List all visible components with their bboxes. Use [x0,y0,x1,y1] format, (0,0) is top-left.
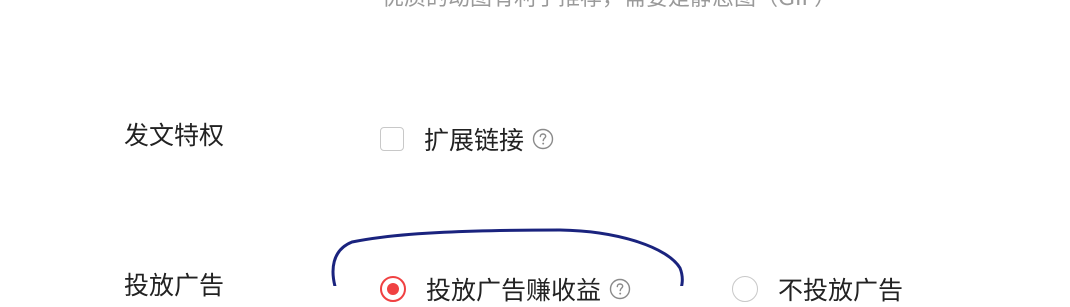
ads-off-label: 不投放广告 [778,276,904,305]
question-circle-icon[interactable] [532,128,554,150]
ads-label: 投放广告 [124,271,225,300]
extend-link-label: 扩展链接 [424,126,525,155]
ads-off-option[interactable]: 不投放广告 [732,271,903,307]
ads-on-radio[interactable] [380,276,406,302]
question-circle-icon[interactable] [609,278,631,300]
ads-on-option[interactable]: 投放广告赚收益 [380,271,631,307]
extend-link-checkbox[interactable] [380,127,404,151]
ads-on-label: 投放广告赚收益 [426,276,602,305]
ads-off-radio[interactable] [732,276,758,302]
cover-hint-text: 优质的动图有利于推荐，需要是静态图（GIF） [382,0,836,12]
extend-link-option[interactable]: 扩展链接 [380,121,554,157]
privilege-label: 发文特权 [124,121,225,150]
